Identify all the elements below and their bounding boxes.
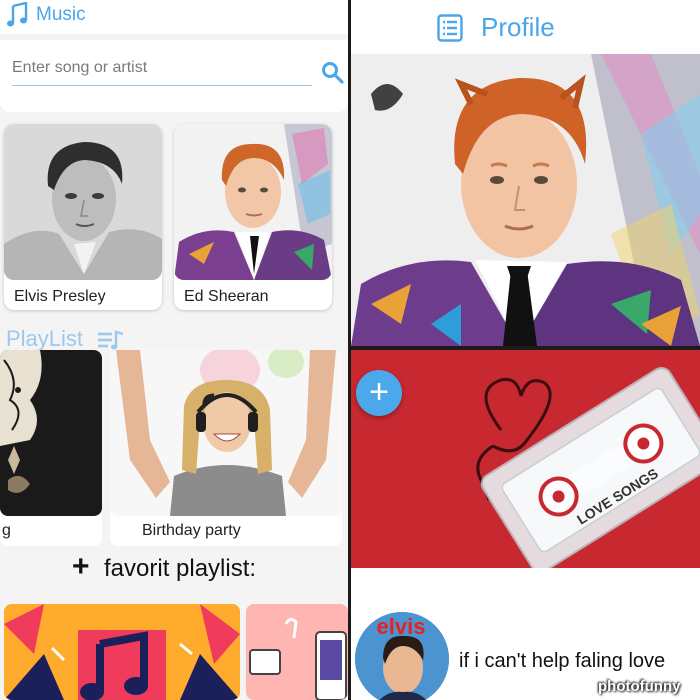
playlist-cover xyxy=(110,350,342,516)
playlist-label: Birthday party xyxy=(142,522,241,539)
playlist-header: PlayList xyxy=(6,326,84,351)
list-icon xyxy=(437,14,463,42)
love-songs-banner: LOVE SONGS + xyxy=(351,350,700,568)
artist-photo xyxy=(174,124,332,280)
profile-header: Profile xyxy=(351,0,700,54)
artist-card-elvis[interactable]: Elvis Presley xyxy=(4,124,162,310)
song-panel: LOVE SONGS + elvis if i can't help falin… xyxy=(351,350,700,700)
favorite-playlist-card[interactable] xyxy=(246,604,348,700)
playlist-card[interactable]: g xyxy=(0,350,102,546)
add-favorite-icon[interactable]: + xyxy=(72,552,90,582)
favorite-playlist-card[interactable] xyxy=(4,604,240,700)
music-header: Music xyxy=(0,0,348,34)
playlist-icon xyxy=(98,330,124,350)
playlist-cover xyxy=(0,350,102,516)
favorite-playlist-label: favorit playlist: xyxy=(104,555,257,582)
search-box xyxy=(0,40,348,112)
song-thumb-title: elvis xyxy=(377,614,426,639)
search-input[interactable] xyxy=(12,50,312,86)
artist-name: Ed Sheeran xyxy=(184,288,269,305)
music-panel: Music Elvis Presley xyxy=(0,0,348,700)
artist-name: Elvis Presley xyxy=(14,288,106,305)
add-song-button[interactable]: + xyxy=(356,370,402,416)
artist-card-ed-sheeran[interactable]: Ed Sheeran xyxy=(174,124,332,310)
profile-photo xyxy=(351,54,700,346)
artist-photo xyxy=(4,124,162,280)
music-note-icon xyxy=(7,2,28,27)
watermark-text: photofunny xyxy=(598,678,681,695)
favorite-playlist-row[interactable]: + favorit playlist: xyxy=(0,546,348,592)
music-title: Music xyxy=(36,4,86,25)
song-thumbnail: elvis xyxy=(355,612,449,700)
profile-title: Profile xyxy=(481,12,555,42)
playlist-label: g xyxy=(2,522,11,539)
song-title: if i can't help faling love xyxy=(459,650,666,672)
search-icon[interactable] xyxy=(320,60,344,84)
playlist-card-birthday-party[interactable]: Birthday party xyxy=(110,350,342,546)
